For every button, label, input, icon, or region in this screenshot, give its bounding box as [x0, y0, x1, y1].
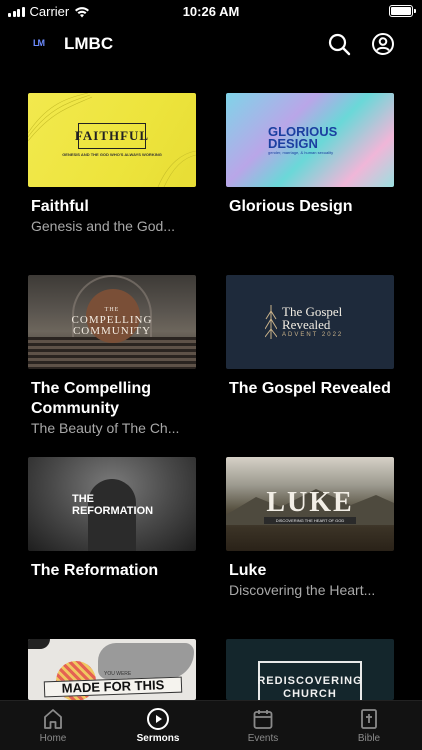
- art-line: CHURCH: [283, 688, 337, 700]
- home-icon: [44, 709, 62, 729]
- sermon-card-faithful[interactable]: FAITHFUL GENESIS AND THE GOD WHO'S ALWAY…: [28, 93, 196, 235]
- sermon-thumbnail[interactable]: YOU WERE MADE FOR THIS: [28, 639, 196, 700]
- status-time: 10:26 AM: [182, 4, 240, 19]
- sermon-title: Glorious Design: [229, 198, 353, 215]
- art-title: FAITHFUL: [75, 123, 148, 149]
- tab-label: Bible: [357, 733, 381, 744]
- app-title: LMBC: [64, 34, 114, 53]
- art-title: MADE FOR THIS: [43, 676, 183, 698]
- sermon-subtitle: Discovering the Heart...: [229, 582, 376, 598]
- calendar-icon: [253, 710, 273, 729]
- art-title: LUKE: [266, 487, 354, 518]
- sermon-thumbnail[interactable]: REDISCOVERING CHURCH: [226, 639, 394, 700]
- art-tagline: ADVENT 2022: [282, 332, 344, 338]
- app-logo: LM: [33, 38, 45, 48]
- tab-bible[interactable]: Bible: [329, 707, 409, 744]
- art-tagline: DISCOVERING THE HEART OF GOD: [264, 517, 356, 524]
- art-tagline: gender, marriage, & human sexuality: [268, 150, 334, 155]
- play-circle-icon: [147, 708, 169, 730]
- sermon-title: Faithful: [31, 198, 89, 215]
- art-line: COMMUNITY: [72, 325, 152, 337]
- tab-events[interactable]: Events: [223, 707, 303, 744]
- bible-icon: [361, 709, 377, 729]
- tree-icon: [265, 305, 277, 339]
- app-header: LM LMBC: [0, 28, 422, 60]
- tab-sermons[interactable]: Sermons: [118, 707, 198, 744]
- sermon-title: The Gospel Revealed: [229, 380, 391, 397]
- tab-bar: Home Sermons Events Bible: [0, 700, 422, 750]
- art-title: The Gospel Revealed: [282, 304, 343, 332]
- sermon-card-made-for-this[interactable]: YOU WERE MADE FOR THIS: [28, 639, 196, 700]
- art-line: REDISCOVERING: [257, 675, 363, 687]
- sermon-card-luke[interactable]: LUKE DISCOVERING THE HEART OF GOD Luke D…: [226, 457, 394, 599]
- battery-icon: [389, 5, 416, 17]
- tab-label: Sermons: [136, 733, 180, 744]
- sermon-thumbnail[interactable]: The Gospel Revealed ADVENT 2022: [226, 275, 394, 369]
- art-small: YOU WERE: [104, 671, 132, 677]
- account-icon[interactable]: [371, 32, 395, 56]
- sermon-subtitle: Genesis and the God...: [31, 218, 175, 234]
- art-tagline: GENESIS AND THE GOD WHO'S ALWAYS WORKING: [62, 152, 162, 157]
- sermon-title: The Compelling Community: [31, 380, 151, 417]
- search-icon[interactable]: [327, 32, 351, 56]
- sermon-thumbnail[interactable]: GLORIOUS DESIGN gender, marriage, & human…: [226, 93, 394, 187]
- tab-label: Home: [39, 733, 67, 744]
- sermon-thumbnail[interactable]: FAITHFUL GENESIS AND THE GOD WHO'S ALWAY…: [28, 93, 196, 187]
- tab-home[interactable]: Home: [13, 707, 93, 744]
- sermon-card-reformation[interactable]: THE REFORMATION The Reformation: [28, 457, 196, 581]
- sermon-title: Luke: [229, 562, 267, 579]
- art-title: GLORIOUS DESIGN: [268, 124, 338, 151]
- sermon-thumbnail[interactable]: THE COMPELLING COMMUNITY: [28, 275, 196, 369]
- sermon-card-gospel-revealed[interactable]: The Gospel Revealed ADVENT 2022 The Gospe…: [226, 275, 394, 399]
- sermon-thumbnail[interactable]: THE REFORMATION: [28, 457, 196, 551]
- sermon-card-rediscovering-church[interactable]: REDISCOVERING CHURCH: [226, 639, 394, 700]
- sermon-subtitle: The Beauty of The Ch...: [31, 420, 180, 436]
- art-line: THE: [104, 307, 120, 313]
- art-title: THE REFORMATION: [72, 493, 154, 517]
- sermon-card-compelling-community[interactable]: THE COMPELLING COMMUNITY The Compelling …: [28, 275, 196, 437]
- sermon-thumbnail[interactable]: LUKE DISCOVERING THE HEART OF GOD: [226, 457, 394, 551]
- tab-label: Events: [247, 733, 279, 744]
- sermon-title: The Reformation: [31, 562, 159, 579]
- sermon-card-glorious-design[interactable]: GLORIOUS DESIGN gender, marriage, & human…: [226, 93, 394, 217]
- status-bar: Carrier 10:26 AM: [0, 0, 422, 24]
